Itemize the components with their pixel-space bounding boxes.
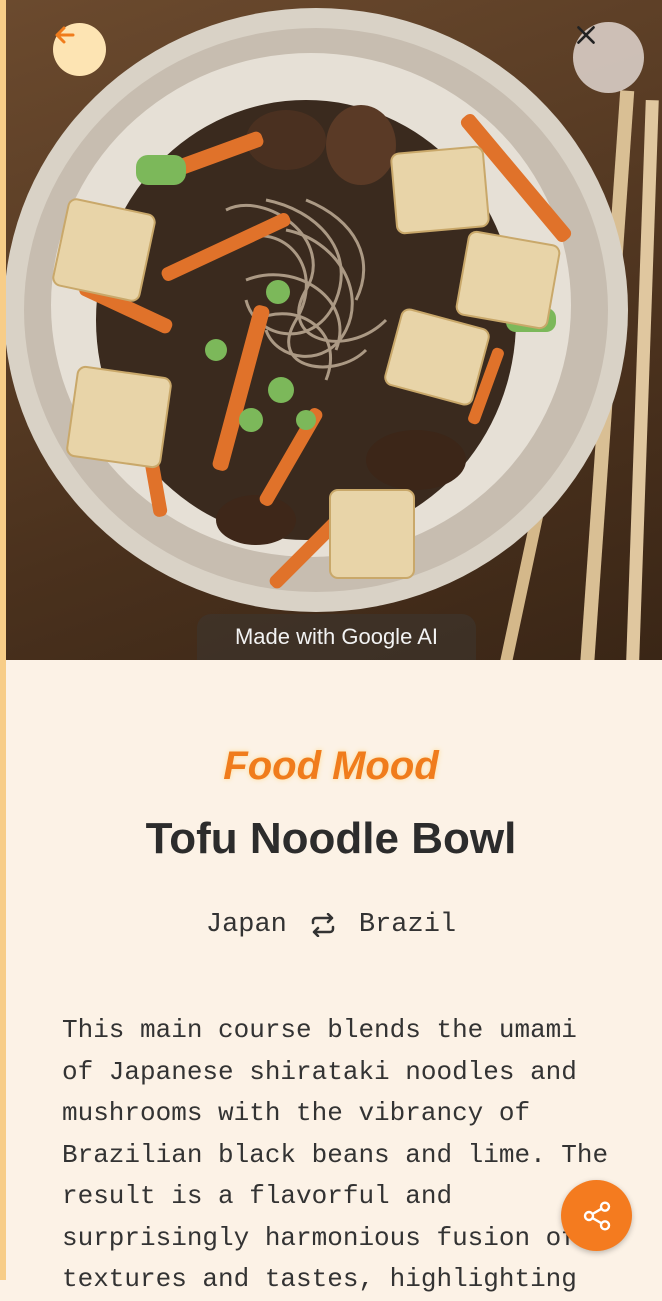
close-icon <box>577 26 595 44</box>
back-button[interactable] <box>53 23 106 76</box>
close-button[interactable] <box>573 22 644 93</box>
arrow-left-icon <box>55 26 75 44</box>
brand-logo: Food Mood <box>223 744 439 788</box>
noodle-bowl-illustration <box>6 8 659 660</box>
swap-arrows-icon <box>311 913 335 937</box>
share-icon <box>583 1200 610 1231</box>
hero-image: Made with Google AI <box>6 0 662 660</box>
share-button[interactable] <box>561 1180 632 1251</box>
country-to: Brazil <box>358 910 457 940</box>
ai-generated-badge: Made with Google AI <box>197 614 476 660</box>
country-pair: Japan Brazil <box>0 910 662 940</box>
recipe-title: Tofu Noodle Bowl <box>145 814 517 863</box>
recipe-description: This main course blends the umami of Jap… <box>62 1015 609 1294</box>
country-from: Japan <box>205 910 287 940</box>
